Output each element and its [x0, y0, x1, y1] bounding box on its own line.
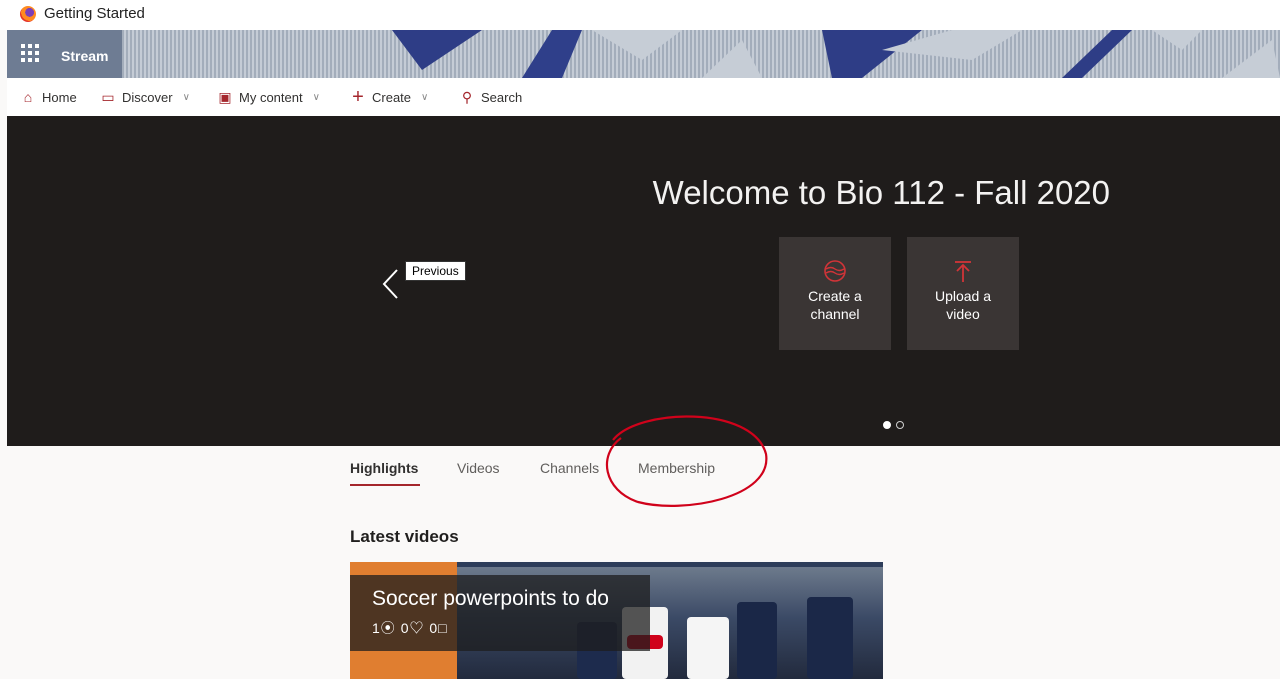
nav-home-label: Home	[42, 89, 77, 105]
views-icon: ⦿	[380, 620, 396, 636]
comment-icon: □	[438, 620, 448, 636]
tab-videos[interactable]: Videos	[457, 460, 500, 476]
firefox-logo-icon	[20, 6, 36, 22]
previous-tooltip: Previous	[405, 261, 466, 281]
pager-dot-1[interactable]	[883, 421, 891, 429]
app-launcher-icon[interactable]	[21, 44, 39, 62]
channel-icon	[824, 260, 846, 282]
home-icon: ⌂	[23, 89, 33, 105]
pager-dot-2[interactable]	[896, 421, 904, 429]
active-tab-indicator	[350, 484, 420, 486]
annotation-circle	[606, 415, 768, 507]
app-name[interactable]: Stream	[61, 48, 108, 64]
carousel-pager	[883, 421, 904, 429]
nav-create-label: Create	[372, 89, 412, 105]
create-channel-line2: channel	[810, 306, 860, 322]
plus-icon: +	[352, 85, 364, 108]
upload-icon	[955, 261, 971, 282]
nav-my-content-label: My content	[239, 89, 303, 105]
views-count: 1	[372, 620, 381, 636]
create-channel-line1: Create a	[808, 288, 862, 304]
tab-channels[interactable]: Channels	[540, 460, 599, 476]
discover-icon: ▭	[101, 88, 115, 105]
hero-carousel: Welcome to Bio 112 - Fall 2020 Previous …	[7, 116, 1280, 446]
header-banner-image	[122, 30, 1280, 78]
nav-search-label: Search	[481, 89, 523, 105]
browser-tab[interactable]: Getting Started	[0, 0, 1280, 30]
video-card[interactable]: Soccer powerpoints to do 1⦿ 0♡ 0□	[350, 562, 883, 679]
search-icon: ⚲	[461, 88, 473, 105]
tab-highlights[interactable]: Highlights	[350, 460, 418, 476]
create-channel-tile[interactable]: Create a channel	[779, 237, 891, 350]
hero-title: Welcome to Bio 112 - Fall 2020	[652, 174, 1110, 211]
nav-search[interactable]: ⚲ Search	[459, 78, 522, 116]
upload-video-line2: video	[946, 306, 980, 322]
comments-count: 0	[429, 620, 439, 636]
browser-tab-title: Getting Started	[44, 5, 145, 22]
upload-video-line1: Upload a	[934, 288, 992, 304]
upload-video-tile[interactable]: Upload a video	[907, 237, 1019, 350]
heart-icon: ♡	[409, 620, 425, 636]
top-nav: ⌂ Home ▭ Discover ∨ ▣ My content ∨ + Cre…	[7, 78, 1280, 116]
nav-home[interactable]: ⌂ Home	[20, 78, 77, 116]
video-stats: 1⦿ 0♡ 0□	[372, 618, 448, 638]
video-title[interactable]: Soccer powerpoints to do	[372, 587, 609, 611]
chevron-down-icon: ∨	[312, 91, 320, 103]
chevron-down-icon: ∨	[182, 91, 190, 103]
chevron-left-icon[interactable]	[381, 268, 401, 300]
nav-discover[interactable]: ▭ Discover ∨	[100, 78, 190, 116]
nav-discover-label: Discover	[122, 89, 173, 105]
my-content-icon: ▣	[218, 88, 232, 105]
latest-videos-heading: Latest videos	[350, 527, 459, 546]
chevron-down-icon: ∨	[421, 91, 429, 103]
nav-create[interactable]: + Create ∨	[350, 78, 428, 116]
suite-header: Stream	[7, 30, 1280, 78]
nav-my-content[interactable]: ▣ My content ∨	[217, 78, 320, 116]
suite-brand: Stream	[7, 30, 122, 78]
